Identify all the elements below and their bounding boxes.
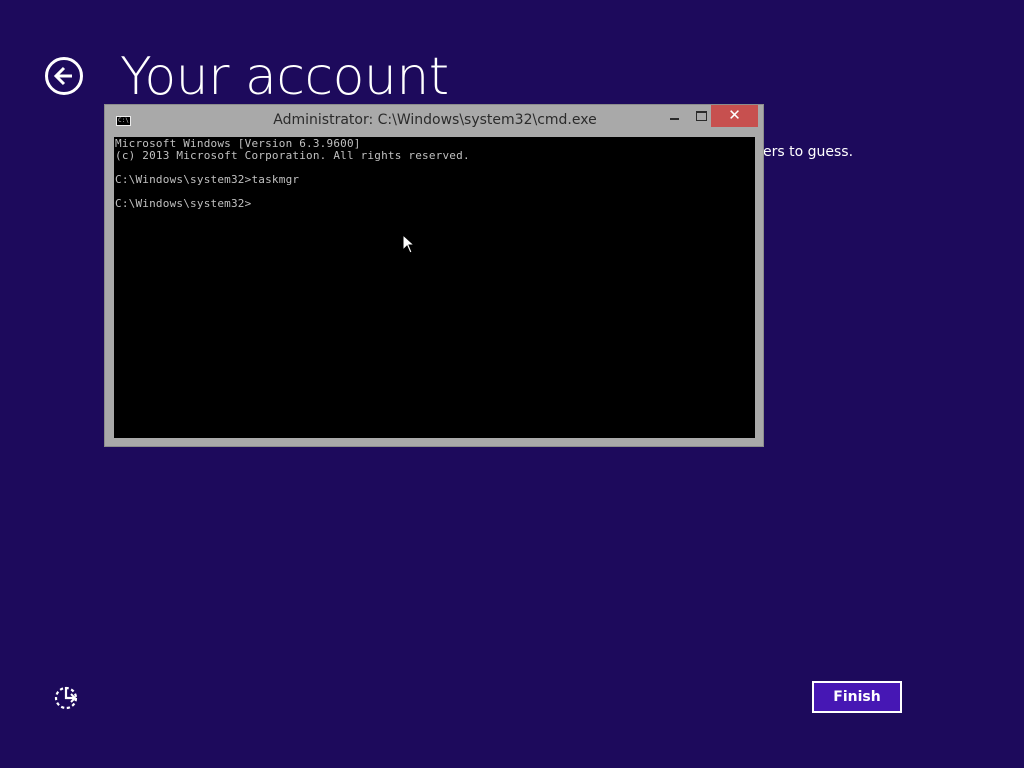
page-title: Your account (120, 47, 449, 107)
back-arrow-icon (53, 66, 72, 86)
finish-button[interactable]: Finish (812, 681, 902, 713)
close-icon: ✕ (728, 106, 741, 124)
oobe-your-account-page: Your account ers to guess. C:\ Administr… (0, 0, 1024, 768)
maximize-icon (696, 111, 707, 121)
cmd-titlebar[interactable]: C:\ Administrator: C:\Windows\system32\c… (105, 105, 763, 137)
mouse-pointer-icon (402, 234, 416, 254)
back-button[interactable] (45, 57, 83, 95)
console-line: C:\Windows\system32>taskmgr (115, 173, 300, 186)
minimize-button[interactable] (661, 105, 688, 127)
cmd-console[interactable]: Microsoft Windows [Version 6.3.9600] (c)… (114, 137, 755, 438)
ease-of-access-icon[interactable] (52, 684, 80, 712)
account-hint-text: ers to guess. (763, 144, 854, 160)
minimize-icon (670, 118, 679, 120)
console-line: (c) 2013 Microsoft Corporation. All righ… (115, 149, 470, 162)
close-button[interactable]: ✕ (711, 105, 758, 127)
console-prompt: C:\Windows\system32> (115, 197, 252, 210)
cmd-window[interactable]: C:\ Administrator: C:\Windows\system32\c… (104, 104, 764, 447)
